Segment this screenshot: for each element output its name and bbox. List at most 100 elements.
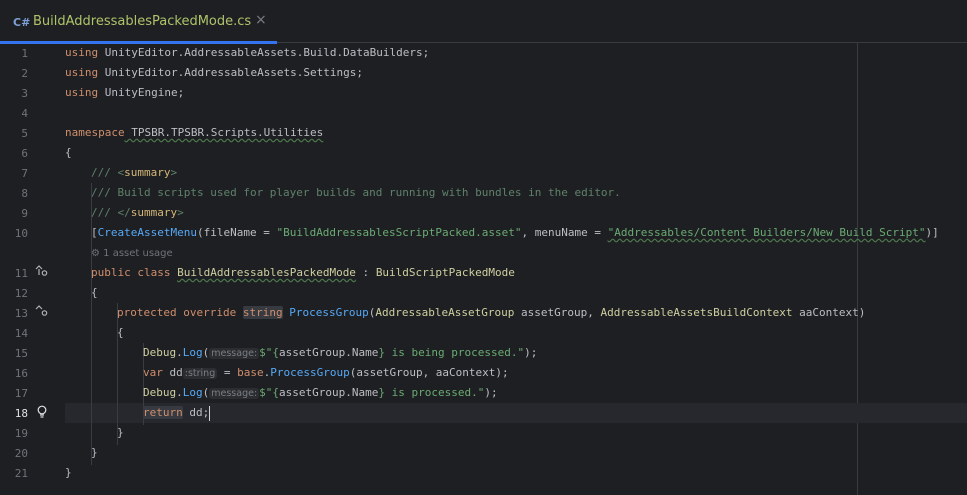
line-number: 14: [14, 327, 28, 340]
line-number: 8: [21, 187, 28, 200]
tab-bar: C# BuildAddressablesPackedMode.cs ×: [0, 0, 967, 44]
keyword: override: [183, 306, 237, 319]
brace: }: [117, 426, 124, 439]
doc-comment: ///: [91, 166, 118, 179]
code-line-17[interactable]: Debug.Log(message: $"{assetGroup.Name} is…: [143, 383, 498, 403]
code-line-9[interactable]: /// </summary>: [91, 203, 184, 223]
line-number: 15: [14, 347, 28, 360]
text-cursor: [209, 405, 211, 421]
code-line-21[interactable]: }: [65, 463, 72, 483]
line-number: 20: [14, 447, 28, 460]
doc-bracket: </: [117, 206, 131, 219]
code-line-19[interactable]: }: [117, 423, 124, 443]
base-class-name: BuildScriptPackedMode: [375, 266, 515, 279]
implementation-marker-icon[interactable]: [34, 263, 48, 280]
code-line-3[interactable]: using UnityEngine;: [65, 83, 184, 103]
keyword-highlighted: return: [143, 406, 183, 419]
code-line-20[interactable]: }: [91, 443, 98, 463]
code-text: UnityEditor.AddressableAssets.Build.Data…: [98, 46, 430, 59]
code-text: )]: [925, 226, 939, 239]
type-hint: :string: [182, 368, 218, 379]
interpolated-expr: assetGroup.Name: [279, 386, 379, 399]
code-text: , menuName =: [521, 226, 608, 239]
code-line-2[interactable]: using UnityEditor.AddressableAssets.Sett…: [65, 63, 363, 83]
line-number: 3: [21, 87, 28, 100]
method-name: Log: [182, 346, 203, 359]
code-text: :: [355, 266, 376, 279]
code-line-1[interactable]: using UnityEditor.AddressableAssets.Buil…: [65, 43, 429, 63]
code-text: dd;: [182, 406, 210, 419]
keyword: using: [65, 46, 99, 59]
code-line-8[interactable]: /// Build scripts used for player builds…: [91, 183, 621, 203]
brace: {: [117, 326, 124, 339]
brace: }: [65, 466, 72, 479]
doc-bracket: >: [170, 166, 178, 179]
tab-filename: BuildAddressablesPackedMode.cs: [33, 14, 252, 29]
line-number: 13: [14, 307, 28, 320]
attribute-name: CreateAssetMenu: [97, 226, 197, 239]
parameter-hint: message:: [209, 388, 260, 399]
close-tab-icon[interactable]: ×: [255, 12, 267, 28]
code-text: assetGroup,: [514, 306, 601, 319]
string-literal: "{: [265, 386, 280, 399]
line-number-current: 18: [14, 407, 28, 420]
type-name: AddressableAssetGroup: [375, 306, 515, 319]
line-number: 6: [21, 147, 28, 160]
string-prefix: $: [259, 386, 266, 399]
string-literal: "BuildAddressablesScriptPacked.asset": [276, 226, 522, 239]
brace: }: [91, 446, 98, 459]
namespace-name: TPSBR.TPSBR.Scripts.Utilities: [124, 126, 324, 139]
keyword: var: [143, 366, 163, 379]
line-number: 21: [14, 467, 28, 480]
parameter-hint: message:: [209, 348, 260, 359]
code-text: );: [524, 346, 538, 359]
method-name: Log: [182, 386, 203, 399]
code-text: (fileName =: [196, 226, 277, 239]
line-number: 9: [21, 207, 28, 220]
keyword: using: [65, 86, 99, 99]
line-number: 7: [21, 167, 28, 180]
code-line-7[interactable]: /// <summary>: [91, 163, 177, 183]
code-line-12[interactable]: {: [91, 283, 98, 303]
lightbulb-icon[interactable]: [36, 405, 48, 422]
usage-hint-text: 1 asset usage: [103, 248, 173, 259]
code-line-6[interactable]: {: [65, 143, 72, 163]
line-number: 16: [14, 367, 28, 380]
unity-icon: ⚙: [91, 248, 104, 259]
brace: {: [91, 286, 98, 299]
code-line-18[interactable]: return dd;: [143, 403, 211, 423]
code-line-5[interactable]: namespace TPSBR.TPSBR.Scripts.Utilities: [65, 123, 323, 143]
keyword: class: [137, 266, 171, 279]
code-text: UnityEngine;: [98, 86, 185, 99]
code-line-16[interactable]: var dd:string = base.ProcessGroup(assetG…: [143, 363, 509, 383]
line-number: 4: [21, 107, 28, 120]
code-text: );: [484, 386, 498, 399]
doc-bracket: >: [177, 206, 184, 219]
tab-build-addressables-packed-mode[interactable]: C# BuildAddressablesPackedMode.cs ×: [0, 0, 277, 44]
doc-tag: summary: [130, 206, 178, 219]
keyword: base: [237, 366, 264, 379]
type-name: AddressableAssetsBuildContext: [600, 306, 793, 319]
line-number: 19: [14, 427, 28, 440]
csharp-file-icon: C#: [13, 16, 31, 29]
code-area[interactable]: using UnityEditor.AddressableAssets.Buil…: [65, 43, 967, 495]
line-number: 11: [14, 267, 28, 280]
line-number: 2: [21, 67, 28, 80]
code-text: UnityEditor.AddressableAssets.Settings;: [98, 66, 364, 79]
code-line-11[interactable]: public class BuildAddressablesPackedMode…: [91, 263, 515, 283]
code-line-10[interactable]: [CreateAssetMenu(fileName = "BuildAddres…: [91, 223, 939, 243]
class-name: BuildAddressablesPackedMode: [177, 266, 356, 279]
line-gutter[interactable]: 1 2 3 4 5 6 7 8 9 10 11 12 13 14 15 16 1…: [0, 43, 63, 495]
override-marker-icon[interactable]: [34, 303, 48, 320]
usage-hint[interactable]: ⚙ 1 asset usage: [91, 248, 173, 259]
string-literal: } is being processed.": [378, 346, 525, 359]
code-text: .: [176, 386, 183, 399]
code-line-14[interactable]: {: [117, 323, 124, 343]
class-name: Debug: [143, 346, 177, 359]
bracket: [: [91, 226, 98, 239]
code-line-13[interactable]: protected override string ProcessGroup(A…: [117, 303, 865, 323]
code-line-15[interactable]: Debug.Log(message: $"{assetGroup.Name} is…: [143, 343, 537, 363]
code-text: (assetGroup, aaContext);: [349, 366, 509, 379]
keyword: using: [65, 66, 99, 79]
code-editor[interactable]: C# BuildAddressablesPackedMode.cs × 1 2 …: [0, 0, 967, 495]
